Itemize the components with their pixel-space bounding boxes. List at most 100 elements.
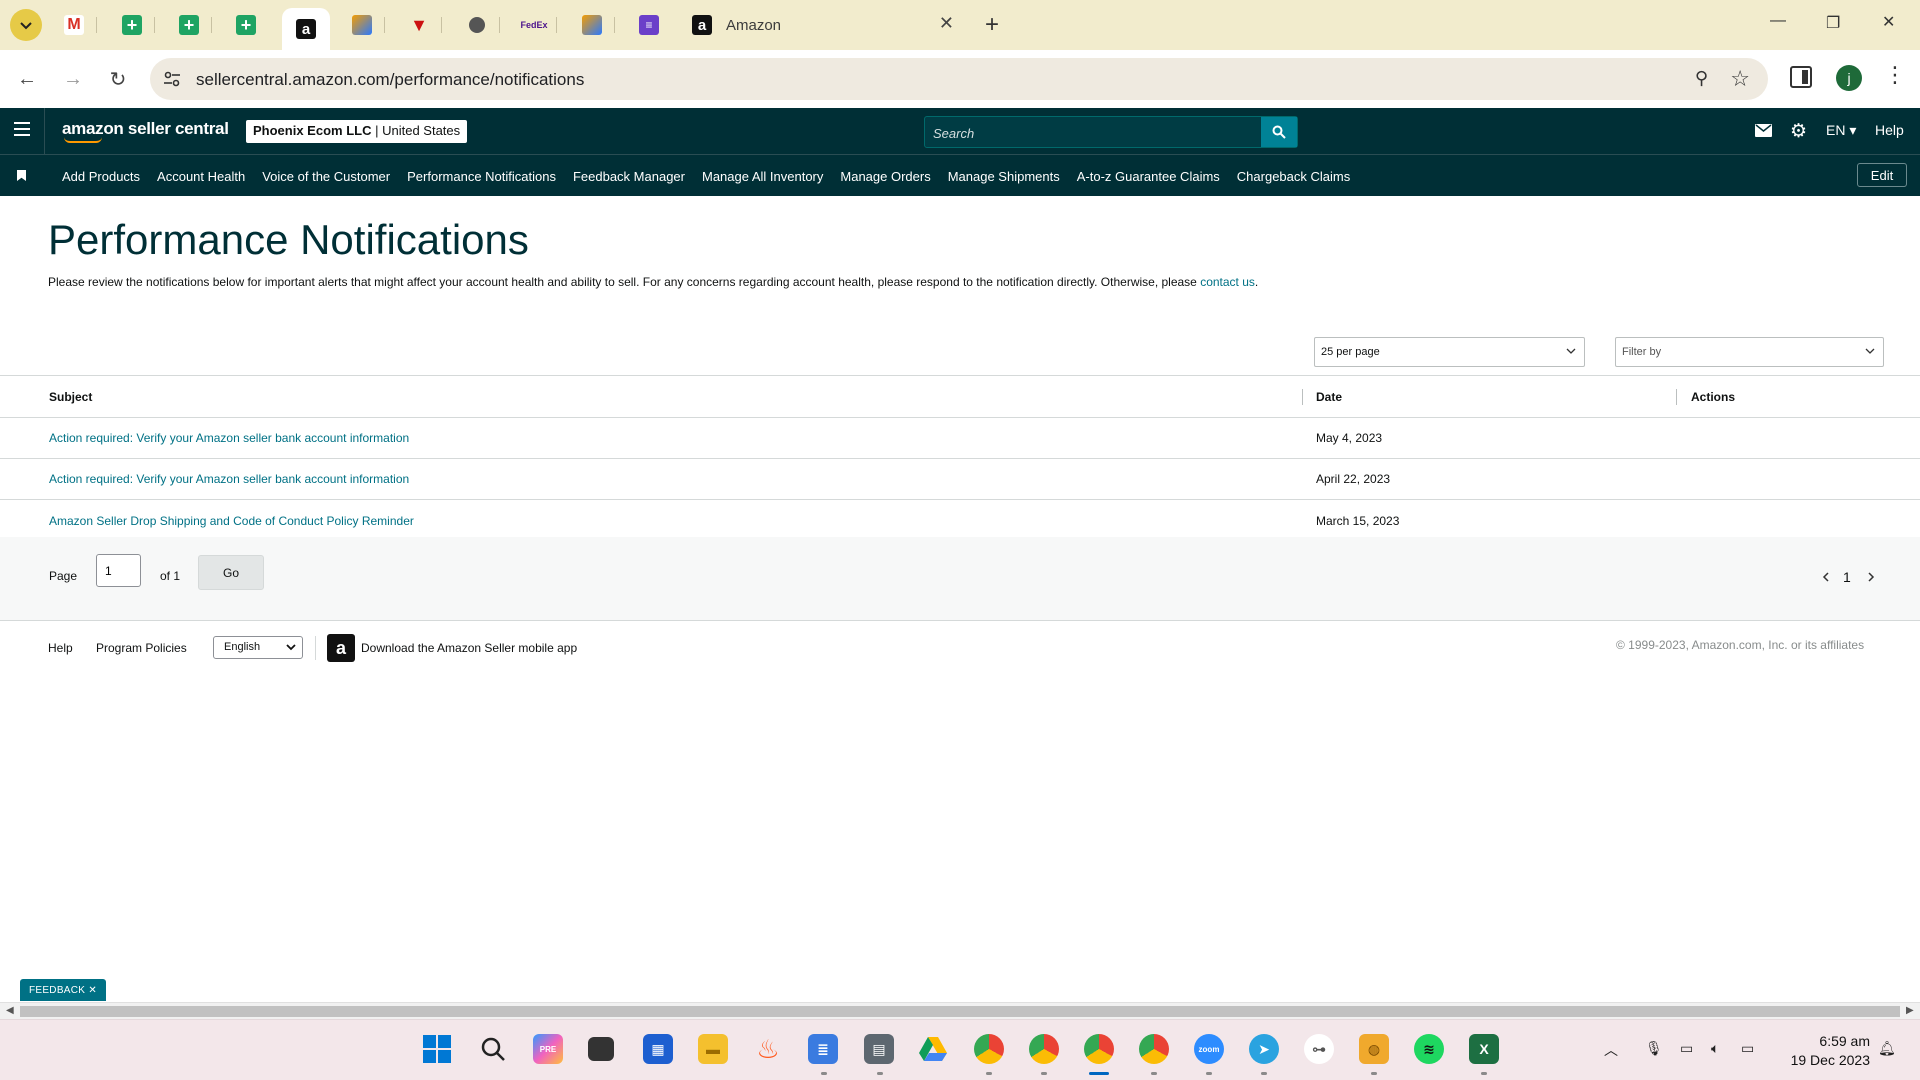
url-text[interactable]: sellercentral.amazon.com/performance/not… (196, 70, 584, 90)
folder-icon[interactable]: ▬ (698, 1034, 728, 1064)
page-number-input[interactable] (96, 554, 141, 587)
scroll-left-icon[interactable]: ◀ (6, 1005, 14, 1016)
chrome-icon[interactable] (974, 1034, 1004, 1064)
tab-v[interactable]: ▼ (397, 9, 442, 41)
forward-button[interactable]: → (58, 64, 88, 94)
chevron-right-icon[interactable] (1865, 571, 1877, 583)
hamburger-menu-icon[interactable] (14, 122, 30, 136)
authenticator-icon[interactable]: ⊶ (1304, 1034, 1334, 1064)
scroll-right-icon[interactable]: ▶ (1906, 1005, 1914, 1016)
nav-performance-notifications[interactable]: Performance Notifications (407, 169, 556, 184)
tab-search-button[interactable] (10, 9, 42, 41)
column-header-subject[interactable]: Subject (49, 376, 92, 417)
bookmark-icon[interactable] (17, 170, 26, 181)
footer-help-link[interactable]: Help (48, 641, 73, 655)
battery-icon[interactable]: ▭ (1741, 1040, 1754, 1057)
back-button[interactable]: ← (12, 64, 42, 94)
scrollbar-thumb[interactable] (20, 1006, 1900, 1017)
tab-pen-1[interactable] (340, 9, 385, 41)
account-switcher[interactable]: Phoenix Ecom LLC | United States (246, 120, 468, 143)
filter-select[interactable]: Filter by (1615, 337, 1884, 367)
edit-nav-button[interactable]: Edit (1857, 163, 1907, 187)
chevron-left-icon[interactable] (1820, 571, 1832, 583)
new-tab-button[interactable]: + (985, 11, 999, 39)
search-button[interactable] (1261, 117, 1297, 147)
search-icon[interactable] (478, 1034, 508, 1064)
google-drive-icon[interactable] (918, 1034, 948, 1064)
minimize-button[interactable]: — (1770, 12, 1786, 30)
nav-a-to-z-claims[interactable]: A-to-z Guarantee Claims (1077, 169, 1220, 184)
mail-icon[interactable] (1755, 122, 1772, 142)
download-app-link[interactable]: Download the Amazon Seller mobile app (361, 641, 577, 655)
omnibox[interactable]: sellercentral.amazon.com/performance/not… (150, 58, 1768, 100)
chrome-icon[interactable] (1084, 1034, 1114, 1064)
nav-voice-of-customer[interactable]: Voice of the Customer (262, 169, 390, 184)
zoom-icon[interactable]: ⚲ (1695, 68, 1708, 89)
settings-gear-icon[interactable]: ⚙ (1790, 120, 1807, 143)
tab-globe[interactable] (455, 9, 500, 41)
tab-sheets-2[interactable]: + (167, 9, 212, 41)
amazon-seller-app-icon[interactable]: a (327, 634, 355, 662)
close-icon[interactable]: ✕ (939, 13, 954, 34)
nav-chargeback-claims[interactable]: Chargeback Claims (1237, 169, 1350, 184)
copilot-icon[interactable]: PRE (533, 1034, 563, 1064)
close-icon[interactable]: ✕ (88, 985, 97, 996)
nav-feedback-manager[interactable]: Feedback Manager (573, 169, 685, 184)
profile-avatar[interactable]: j (1836, 65, 1862, 91)
notepad-icon[interactable]: ≣ (808, 1034, 838, 1064)
contact-us-link[interactable]: contact us (1200, 275, 1255, 289)
window-close-button[interactable]: ✕ (1882, 12, 1895, 32)
restore-button[interactable]: ❐ (1826, 13, 1840, 33)
footer-language-select[interactable]: English (213, 636, 303, 659)
go-button[interactable]: Go (198, 555, 264, 590)
side-panel-icon[interactable] (1790, 66, 1812, 88)
program-policies-link[interactable]: Program Policies (96, 641, 187, 655)
chrome-icon[interactable] (1029, 1034, 1059, 1064)
notification-bell-icon[interactable]: 🔔︎ (1878, 1040, 1896, 1057)
bookmark-star-icon[interactable]: ☆ (1730, 66, 1750, 92)
show-hidden-icons-chevron-icon[interactable]: ︿ (1604, 1040, 1618, 1060)
volume-icon[interactable]: 🔈︎ (1711, 1040, 1719, 1057)
tab-sheets-3[interactable]: + (224, 9, 268, 41)
fire-app-icon[interactable]: ♨ (753, 1034, 783, 1064)
tab-list[interactable]: ≡ (627, 9, 671, 41)
notification-subject-link[interactable]: Action required: Verify your Amazon sell… (49, 459, 409, 499)
column-header-date[interactable]: Date (1316, 376, 1342, 417)
notification-subject-link[interactable]: Action required: Verify your Amazon sell… (49, 418, 409, 458)
microsoft-store-icon[interactable]: ▦ (643, 1034, 673, 1064)
jar-app-icon[interactable]: ◍ (1359, 1034, 1389, 1064)
current-page-number[interactable]: 1 (1843, 569, 1851, 585)
file-explorer-dark-icon[interactable] (588, 1037, 614, 1061)
tab-sheets-1[interactable]: + (110, 9, 155, 41)
calculator-icon[interactable]: ▤ (864, 1034, 894, 1064)
tab-gmail[interactable]: M (52, 9, 97, 41)
search-input[interactable] (933, 123, 1233, 143)
tab-amazon-active[interactable]: a (282, 8, 330, 50)
nav-add-products[interactable]: Add Products (62, 169, 140, 184)
spotify-icon[interactable]: ≋ (1414, 1034, 1444, 1064)
tab-fedex[interactable]: FedEx (512, 9, 557, 41)
help-link[interactable]: Help (1875, 122, 1904, 138)
microphone-icon[interactable]: 🎙︎ (1645, 1040, 1663, 1057)
windows-start-icon[interactable] (422, 1034, 452, 1064)
seller-central-logo[interactable]: amazon seller central (62, 119, 229, 143)
taskbar-clock[interactable]: 6:59 am 19 Dec 2023 (1780, 1032, 1870, 1070)
horizontal-scrollbar[interactable]: ◀ ▶ (0, 1002, 1920, 1019)
nav-manage-shipments[interactable]: Manage Shipments (948, 169, 1060, 184)
tab-amazon[interactable]: a Amazon ✕ (680, 9, 970, 41)
reload-button[interactable]: ↻ (103, 64, 133, 94)
nav-manage-orders[interactable]: Manage Orders (840, 169, 930, 184)
nav-account-health[interactable]: Account Health (157, 169, 245, 184)
excel-icon[interactable]: X (1469, 1034, 1499, 1064)
notification-subject-link[interactable]: Amazon Seller Drop Shipping and Code of … (49, 500, 414, 541)
per-page-select[interactable]: 25 per page (1314, 337, 1585, 367)
site-info-icon[interactable] (162, 69, 182, 89)
language-selector[interactable]: EN ▾ (1826, 122, 1856, 139)
network-icon[interactable]: ▭ (1680, 1040, 1693, 1057)
nav-manage-all-inventory[interactable]: Manage All Inventory (702, 169, 823, 184)
browser-menu-icon[interactable]: ⋮ (1884, 62, 1906, 88)
chrome-icon[interactable] (1139, 1034, 1169, 1064)
feedback-button[interactable]: FEEDBACK ✕ (20, 979, 106, 1001)
telegram-icon[interactable]: ➤ (1249, 1034, 1279, 1064)
zoom-app-icon[interactable]: zoom (1194, 1034, 1224, 1064)
